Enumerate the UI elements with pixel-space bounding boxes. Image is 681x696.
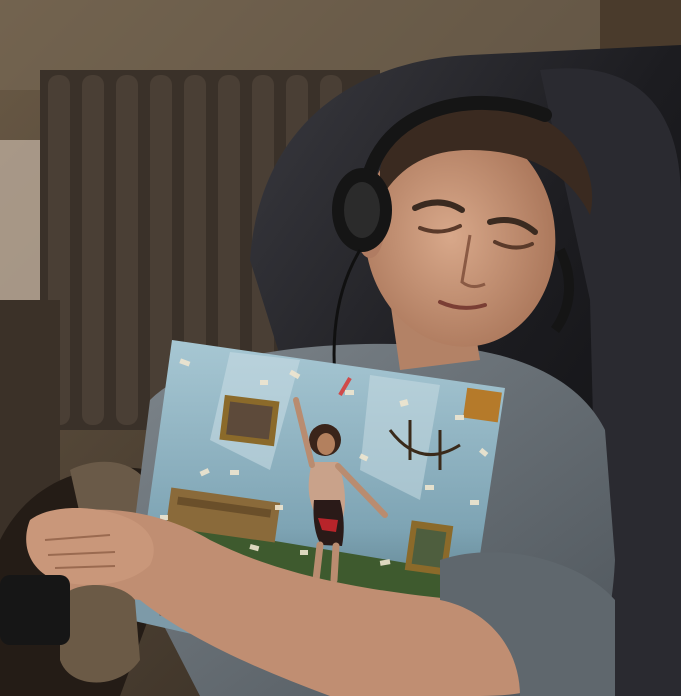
- photo-scene: [0, 0, 681, 696]
- photo-illustration: [0, 0, 681, 696]
